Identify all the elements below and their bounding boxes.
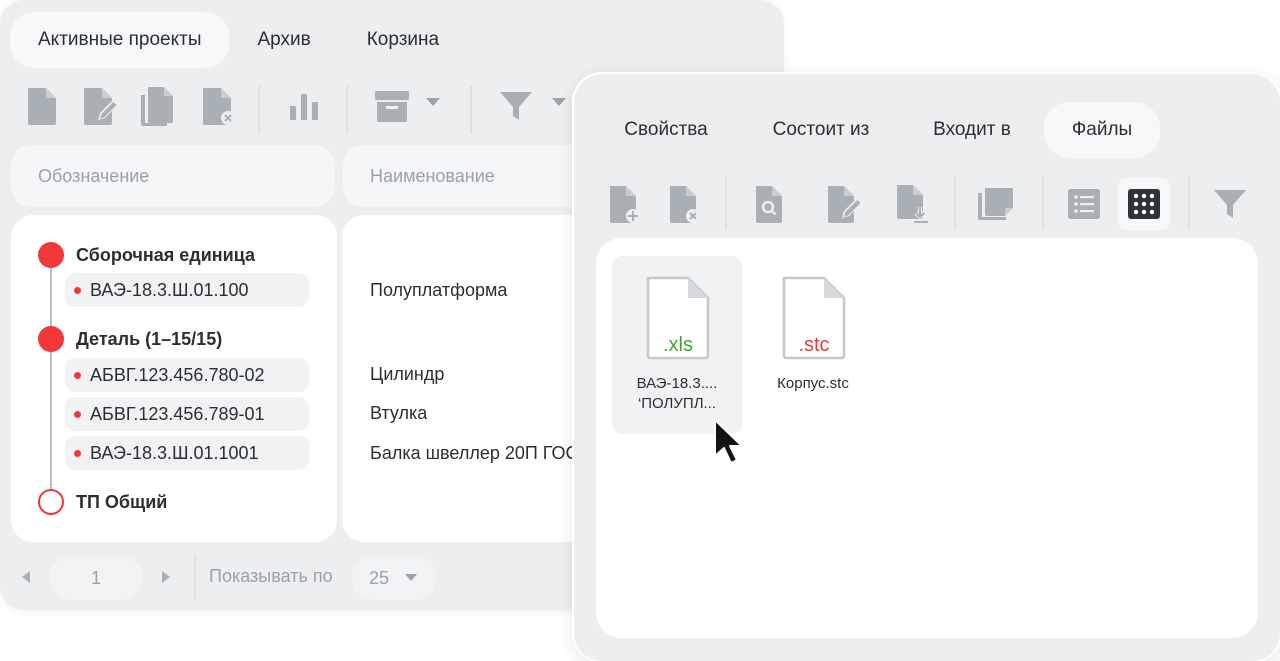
name-cell: Балка швеллер 20П ГОСТ: [370, 443, 589, 463]
tree-item[interactable]: АБВГ.123.456.780-02: [65, 358, 309, 392]
filter-icon[interactable]: [1204, 178, 1256, 230]
file-tile[interactable]: .xls ВАЭ-18.3.... ‘ПОЛУПЛ...: [612, 256, 742, 434]
delete-document-icon[interactable]: [196, 84, 240, 128]
prev-page-icon[interactable]: [22, 571, 30, 583]
tree-item[interactable]: АБВГ.123.456.789-01: [65, 397, 309, 431]
file-name-line: ‘ПОЛУПЛ...: [637, 395, 717, 412]
tab-part-of[interactable]: Входит в: [922, 102, 1022, 158]
next-page-icon[interactable]: [162, 571, 170, 583]
file-extension: .xls: [663, 334, 693, 356]
add-file-icon[interactable]: [598, 178, 650, 230]
file-tile[interactable]: .stc Корпус.stc: [748, 256, 878, 434]
files-window: Свойства Состоит из Входит в Файлы .xls …: [574, 74, 1280, 661]
name-cell: Полуплатформа: [370, 280, 508, 300]
filter-icon[interactable]: [494, 84, 538, 128]
tab-archive[interactable]: Архив: [229, 12, 338, 68]
file-name-line: ВАЭ-18.3....: [636, 375, 718, 392]
group-marker-icon: [38, 242, 64, 268]
files-grid: .xls ВАЭ-18.3.... ‘ПОЛУПЛ... .stc Корпус…: [596, 238, 1258, 638]
edit-file-icon[interactable]: [818, 178, 870, 230]
tree-item[interactable]: ВАЭ-18.3.Ш.01.1001: [65, 436, 309, 470]
archive-dropdown-icon[interactable]: [426, 98, 440, 106]
projects-toolbar: [20, 84, 580, 134]
file-name: Корпус.stc: [748, 374, 878, 394]
remove-file-icon[interactable]: [658, 178, 710, 230]
tab-consists-of[interactable]: Состоит из: [762, 102, 880, 158]
filter-dropdown-icon[interactable]: [552, 98, 566, 106]
tab-files[interactable]: Файлы: [1044, 102, 1160, 158]
group-marker-empty-icon: [38, 489, 64, 515]
mouse-pointer-icon: [714, 419, 742, 464]
grid-view-icon[interactable]: [1118, 178, 1170, 230]
group-label[interactable]: ТП Общий: [76, 492, 167, 513]
column-header-designation[interactable]: Обозначение: [11, 145, 335, 207]
list-view-icon[interactable]: [1058, 178, 1110, 230]
group-label[interactable]: Деталь (1–15/15): [76, 329, 222, 350]
name-cell: Втулка: [370, 403, 428, 423]
projects-tabs: Активные проекты Архив Корзина: [10, 12, 467, 68]
edit-document-icon[interactable]: [78, 84, 122, 128]
file-extension: .stc: [798, 334, 830, 356]
view-file-icon[interactable]: [744, 178, 796, 230]
page-size-label: Показывать по: [209, 566, 333, 586]
copy-files-icon[interactable]: [970, 178, 1022, 230]
chart-icon[interactable]: [282, 84, 326, 128]
download-file-icon[interactable]: [886, 178, 938, 230]
page-size-select[interactable]: 25: [352, 556, 436, 600]
tree-item[interactable]: ВАЭ-18.3.Ш.01.100: [65, 273, 309, 307]
group-marker-icon: [38, 326, 64, 352]
group-label[interactable]: Сборочная единица: [76, 245, 255, 266]
tab-properties[interactable]: Свойства: [604, 102, 728, 158]
tab-active-projects[interactable]: Активные проекты: [10, 12, 230, 68]
name-cell: Цилиндр: [370, 364, 445, 384]
new-document-icon[interactable]: [20, 84, 64, 128]
copy-document-icon[interactable]: [136, 84, 180, 128]
files-toolbar: [604, 176, 1264, 230]
file-name: ВАЭ-18.3.... ‘ПОЛУПЛ...: [612, 374, 742, 414]
archive-icon[interactable]: [370, 84, 414, 128]
structure-tree: Сборочная единица ВАЭ-18.3.Ш.01.100 Дета…: [11, 215, 337, 542]
file-name-line: Корпус.stc: [777, 375, 849, 392]
tab-trash[interactable]: Корзина: [339, 12, 467, 68]
page-number[interactable]: 1: [50, 556, 142, 600]
